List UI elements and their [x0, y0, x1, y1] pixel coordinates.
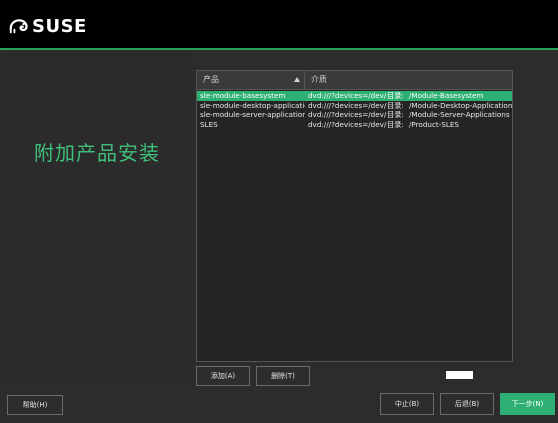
table-body: sle-module-basesystem dvd:///?devices=/d… [197, 91, 512, 129]
chameleon-icon [9, 19, 28, 34]
sort-ascending-icon [294, 77, 300, 82]
add-button[interactable]: 添加(A) [196, 366, 250, 386]
abort-button[interactable]: 中止(B) [380, 393, 434, 415]
suse-logo: SUSE [8, 8, 87, 44]
next-button[interactable]: 下一步(N) [500, 393, 555, 415]
row-media-url: dvd:///?devices=/dev/sr1 [308, 100, 387, 110]
column-header-product[interactable]: 产品 [197, 71, 305, 89]
row-media-url: dvd:///?devices=/dev/sr1 [308, 119, 387, 129]
row-path: /Module-Desktop-Applications [409, 100, 512, 110]
back-button[interactable]: 后退(B) [440, 393, 494, 415]
column-header-media-label: 介质 [311, 75, 327, 84]
row-dir-label: 目录: [387, 110, 404, 119]
top-bar: SUSE [0, 0, 558, 50]
table-row[interactable]: sle-module-server-applications dvd:///?d… [197, 110, 512, 120]
row-product-name: sle-module-basesystem [200, 91, 286, 100]
row-product-name: sle-module-desktop-applications [200, 100, 305, 110]
white-marker [446, 371, 473, 379]
delete-button[interactable]: 删除(T) [256, 366, 310, 386]
help-button[interactable]: 帮助(H) [7, 395, 63, 415]
table-row[interactable]: sle-module-desktop-applications dvd:///?… [197, 101, 512, 111]
logo-text: SUSE [32, 15, 87, 37]
row-path: /Product-SLES [409, 119, 459, 129]
row-product-name: sle-module-server-applications [200, 110, 305, 119]
row-dir-label: 目录: [387, 119, 404, 129]
row-media-url: dvd:///?devices=/dev/sr1 [308, 91, 387, 100]
row-product-name: SLES [200, 119, 218, 129]
row-media-url: dvd:///?devices=/dev/sr1 [308, 110, 387, 119]
left-panel [2, 52, 192, 384]
table-row[interactable]: sle-module-basesystem dvd:///?devices=/d… [197, 91, 512, 101]
row-path: /Module-Basesystem [409, 91, 484, 100]
table-header: 产品 介质 [197, 71, 512, 90]
row-dir-label: 目录: [387, 91, 404, 100]
column-header-media[interactable]: 介质 [305, 71, 512, 89]
table-row[interactable]: SLES dvd:///?devices=/dev/sr1 目录: /Produ… [197, 120, 512, 130]
addon-product-table[interactable]: 产品 介质 sle-module-basesystem dvd:///?devi… [196, 70, 513, 362]
row-path: /Module-Server-Applications [409, 110, 510, 119]
column-header-product-label: 产品 [203, 75, 219, 84]
row-dir-label: 目录: [387, 100, 404, 110]
page-title: 附加产品安装 [34, 141, 160, 165]
